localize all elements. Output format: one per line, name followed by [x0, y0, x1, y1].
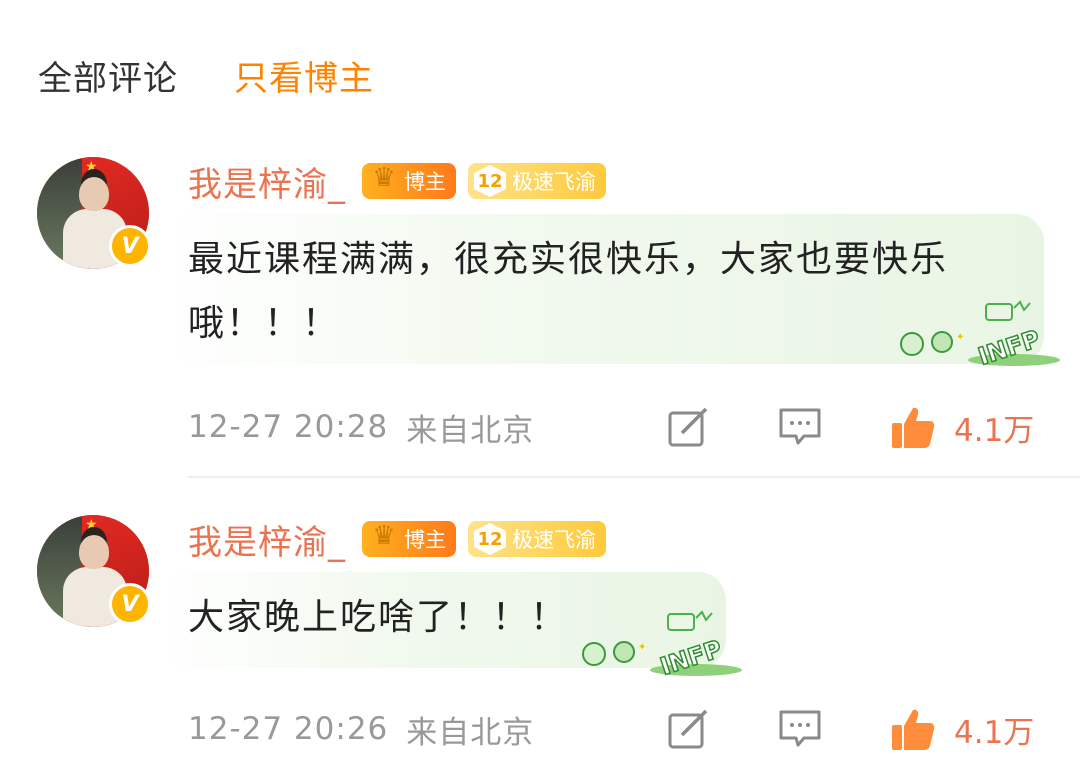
username[interactable]: 我是梓渝_	[188, 515, 346, 564]
fan-level-number: 12	[474, 523, 506, 555]
fan-level-label: 极速飞渝	[512, 528, 596, 552]
crown-icon: ♛	[372, 521, 396, 551]
divider	[188, 476, 1080, 478]
verified-v-icon: V	[109, 583, 151, 625]
share-icon[interactable]	[666, 405, 710, 449]
comment-icon[interactable]	[778, 707, 822, 751]
comment-item: ★ V 我是梓渝_ ♛ 博主 12 极速飞渝 大家晚上吃啥了！！！ ✦ INFP…	[0, 508, 1080, 768]
fan-level-badge[interactable]: 12 极速飞渝	[468, 521, 606, 557]
comment-bubble[interactable]: 大家晚上吃啥了！！！ ✦ INFP	[160, 572, 742, 682]
comment-location: 来自北京	[406, 412, 535, 449]
like-count: 4.1万	[954, 412, 1035, 449]
share-icon[interactable]	[666, 707, 710, 751]
host-badge: ♛ 博主	[362, 521, 456, 557]
comment-filter-tabs: 全部评论 只看博主	[38, 50, 430, 100]
comment-footer: 12-27 20:28 来自北京 4.1万	[188, 402, 1048, 452]
comment-actions: 4.1万	[666, 704, 1034, 754]
infp-sticker-icon: ✦ INFP	[900, 300, 1060, 372]
like-button[interactable]: 4.1万	[890, 404, 1034, 450]
svg-text:✦: ✦	[638, 642, 646, 653]
thumbs-up-icon	[892, 709, 935, 750]
comment-header: 我是梓渝_ ♛ 博主 12 极速飞渝	[188, 515, 606, 564]
like-button[interactable]: 4.1万	[890, 706, 1034, 752]
avatar[interactable]: ★ V	[37, 515, 151, 627]
host-badge-label: 博主	[404, 528, 446, 552]
infp-sticker-icon: ✦ INFP	[582, 610, 742, 682]
svg-text:✦: ✦	[956, 332, 964, 343]
fan-level-number: 12	[474, 165, 506, 197]
fan-level-badge[interactable]: 12 极速飞渝	[468, 163, 606, 199]
like-count: 4.1万	[954, 714, 1035, 751]
comment-header: 我是梓渝_ ♛ 博主 12 极速飞渝	[188, 157, 606, 206]
comment-actions: 4.1万	[666, 402, 1034, 452]
comment-time: 12-27 20:28	[188, 409, 389, 445]
comment-item: ★ V 我是梓渝_ ♛ 博主 12 极速飞渝 最近课程满满，很充实很快乐，大家也…	[0, 150, 1080, 480]
avatar[interactable]: ★ V	[37, 157, 151, 269]
comment-bubble[interactable]: 最近课程满满，很充实很快乐，大家也要快乐哦！！！ ✦ INFP	[160, 214, 1060, 372]
host-badge: ♛ 博主	[362, 163, 456, 199]
thumbs-up-icon	[892, 407, 935, 448]
username[interactable]: 我是梓渝_	[188, 157, 346, 206]
fan-level-label: 极速飞渝	[512, 170, 596, 194]
comment-location: 来自北京	[406, 714, 535, 751]
host-badge-label: 博主	[404, 170, 446, 194]
comment-time: 12-27 20:26	[188, 711, 389, 747]
comment-text: 最近课程满满，很充实很快乐，大家也要快乐哦！！！	[188, 239, 949, 344]
comment-icon[interactable]	[778, 405, 822, 449]
tab-host-only[interactable]: 只看博主	[234, 51, 374, 100]
verified-v-icon: V	[109, 225, 151, 267]
tab-all-comments[interactable]: 全部评论	[38, 51, 178, 100]
crown-icon: ♛	[372, 163, 396, 193]
comment-footer: 12-27 20:26 来自北京 4.1万	[188, 704, 1048, 754]
